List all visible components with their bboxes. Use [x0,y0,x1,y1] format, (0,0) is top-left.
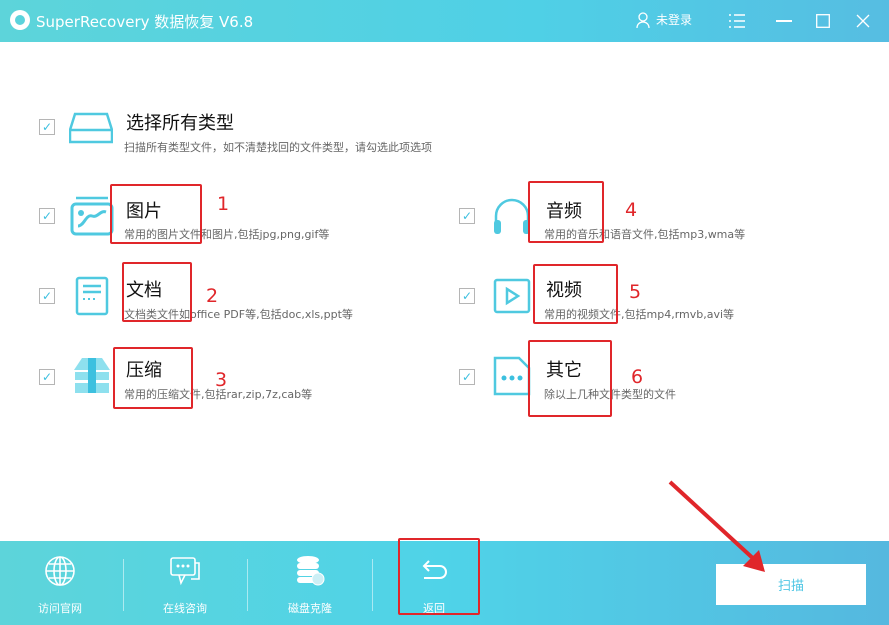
annotation-number-3: 3 [215,369,227,391]
checkbox-documents[interactable]: ✓ [39,288,55,304]
archive-icon [72,356,116,396]
close-icon [856,14,870,28]
login-button[interactable]: 未登录 [636,11,692,28]
divider [372,559,373,611]
document-icon [72,276,116,316]
annotation-box-3 [113,347,193,409]
database-icon [294,555,326,587]
maximize-button[interactable] [810,8,836,34]
checkbox-archives[interactable]: ✓ [39,369,55,385]
annotation-number-6: 6 [631,366,643,388]
visit-website-button[interactable]: 访问官网 [10,541,110,625]
menu-icon [729,14,745,28]
checkbox-audio[interactable]: ✓ [459,208,475,224]
select-all-checkbox[interactable]: ✓ [39,119,55,135]
checkbox-other[interactable]: ✓ [459,369,475,385]
annotation-box-5 [533,264,618,324]
annotation-number-2: 2 [206,285,218,307]
annotation-box-2 [122,262,192,322]
app-title: SuperRecovery 数据恢复 V6.8 [36,11,253,32]
select-all-desc: 扫描所有类型文件，如不清楚找回的文件类型，请勾选此项选项 [124,139,432,155]
close-button[interactable] [850,8,876,34]
annotation-arrow-icon [665,478,775,578]
minimize-icon [776,20,792,22]
checkbox-images[interactable]: ✓ [39,208,55,224]
disk-clone-label: 磁盘克隆 [260,600,360,616]
divider [247,559,248,611]
annotation-box-back [398,538,480,615]
annotation-number-1: 1 [217,193,229,215]
maximize-icon [816,14,830,28]
login-label: 未登录 [656,11,692,28]
visit-website-label: 访问官网 [10,600,110,616]
divider [123,559,124,611]
user-icon [636,12,650,28]
disk-clone-button[interactable]: 磁盘克隆 [260,541,360,625]
annotation-number-5: 5 [629,281,641,303]
annotation-box-6 [528,340,612,417]
app-logo-icon [10,10,30,30]
checkbox-video[interactable]: ✓ [459,288,475,304]
select-all-title: 选择所有类型 [126,109,234,135]
chat-icon [169,555,201,587]
annotation-number-4: 4 [625,199,637,221]
annotation-box-1 [110,184,202,244]
drive-icon [69,108,113,148]
title-bar: SuperRecovery 数据恢复 V6.8 未登录 [0,0,889,42]
video-icon [493,276,537,316]
online-consult-button[interactable]: 在线咨询 [135,541,235,625]
minimize-button[interactable] [771,8,797,34]
globe-icon [44,555,76,587]
annotation-box-4 [528,181,604,243]
image-icon [70,196,114,236]
menu-button[interactable] [724,8,750,34]
online-consult-label: 在线咨询 [135,600,235,616]
